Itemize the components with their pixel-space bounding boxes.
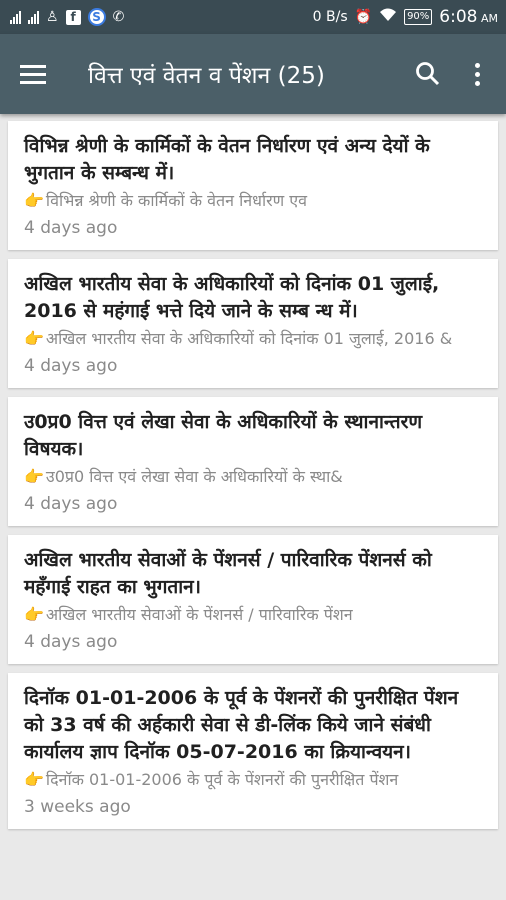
article-snippet: 👉 विभिन्न श्रेणी के कार्मिकों के वेतन निर… — [24, 191, 308, 210]
article-title: अखिल भारतीय सेवाओं के पेंशनर्स / पारिवार… — [24, 549, 432, 598]
pointing-hand-icon: 👉 — [24, 770, 44, 789]
network-speed: 0 B/s — [312, 9, 348, 25]
pointing-hand-icon: 👉 — [24, 605, 44, 624]
clock: 6:08 AM — [439, 7, 498, 27]
article-snippet: 👉 अखिल भारतीय सेवाओं के पेंशनर्स / पारिवा… — [24, 605, 353, 624]
article-title: उ0प्र0 वित्त एवं लेखा सेवा के अधिकारियों… — [24, 411, 423, 460]
add-user-icon: ♙ — [46, 9, 59, 25]
app-bar: वित्त एवं वेतन व पेंशन (25) — [0, 34, 506, 114]
list-item[interactable]: अखिल भारतीय सेवाओं के पेंशनर्स / पारिवार… — [8, 535, 498, 664]
article-time: 4 days ago — [24, 494, 118, 514]
list-item[interactable]: दिनॉक 01-01-2006 के पूर्व के पेंशनरों की… — [8, 673, 498, 829]
article-snippet: 👉 दिनॉक 01-01-2006 के पूर्व के पेंशनरों क… — [24, 770, 399, 789]
status-bar: ♙ f S ✆ 0 B/s ⏰ 90% 6:08 AM — [0, 0, 506, 34]
list-item[interactable]: उ0प्र0 वित्त एवं लेखा सेवा के अधिकारियों… — [8, 397, 498, 526]
article-title: विभिन्न श्रेणी के कार्मिकों के वेतन निर्… — [24, 135, 430, 184]
article-time: 3 weeks ago — [24, 797, 131, 817]
alarm-icon: ⏰ — [354, 9, 373, 25]
pointing-hand-icon: 👉 — [24, 467, 44, 486]
article-time: 4 days ago — [24, 356, 118, 376]
article-title: दिनॉक 01-01-2006 के पूर्व के पेंशनरों की… — [24, 687, 459, 763]
article-time: 4 days ago — [24, 218, 118, 238]
search-icon — [416, 62, 440, 86]
pointing-hand-icon: 👉 — [24, 191, 44, 210]
hamburger-icon — [20, 64, 46, 68]
overflow-icon — [474, 62, 480, 68]
article-snippet: 👉 उ0प्र0 वित्त एवं लेखा सेवा के अधिकारियो… — [24, 467, 343, 486]
facebook-icon: f — [65, 9, 81, 25]
search-button[interactable] — [408, 54, 448, 94]
list-item[interactable]: विभिन्न श्रेणी के कार्मिकों के वेतन निर्… — [8, 121, 498, 250]
article-list[interactable]: विभिन्न श्रेणी के कार्मिकों के वेतन निर्… — [0, 114, 506, 900]
article-snippet: 👉 अखिल भारतीय सेवा के अधिकारियों को दिनां… — [24, 329, 453, 348]
signal-icon — [28, 10, 39, 24]
page-title: वित्त एवं वेतन व पेंशन (25) — [88, 63, 325, 89]
wifi-icon — [379, 8, 397, 26]
pointing-hand-icon: 👉 — [24, 329, 44, 348]
signal-icon — [10, 10, 21, 24]
app-notification-icon: S — [87, 8, 106, 26]
menu-button[interactable] — [20, 54, 60, 94]
list-item[interactable]: अखिल भारतीय सेवा के अधिकारियों को दिनांक… — [8, 259, 498, 388]
article-time: 4 days ago — [24, 632, 118, 652]
more-options-button[interactable] — [462, 54, 492, 94]
call-icon: ✆ — [112, 9, 125, 25]
battery-indicator: 90% — [404, 9, 433, 25]
article-title: अखिल भारतीय सेवा के अधिकारियों को दिनांक… — [24, 273, 440, 322]
